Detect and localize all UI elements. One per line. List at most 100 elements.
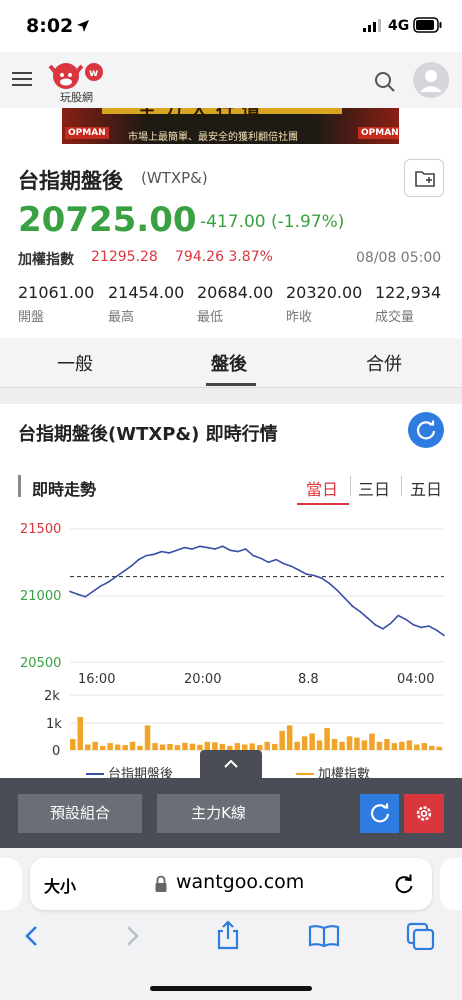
volume-bar xyxy=(137,745,143,750)
signal-icon xyxy=(363,19,381,32)
volume-bar xyxy=(272,743,278,750)
price-point xyxy=(351,605,354,607)
volume-bar xyxy=(212,742,218,750)
volume-bar xyxy=(361,740,368,750)
index-value: 21295.28 xyxy=(91,249,158,265)
volume-bar xyxy=(92,741,98,751)
wantgoo-logo[interactable]: w 玩股網 xyxy=(44,60,106,104)
network-type: 4G xyxy=(388,18,410,34)
price-point xyxy=(328,582,331,585)
share-icon[interactable] xyxy=(214,920,242,950)
price-point xyxy=(183,546,186,549)
volume-bar xyxy=(391,743,398,750)
browser-chrome: 大小 wantgoo.com xyxy=(0,848,462,1000)
chart-settings-button[interactable] xyxy=(404,794,444,833)
tab-general[interactable]: 一般 xyxy=(57,350,93,376)
y-tick-label: 21500 xyxy=(20,522,61,537)
gear-icon xyxy=(416,806,432,821)
price-point xyxy=(282,562,285,565)
price-series-line xyxy=(69,545,445,637)
volume-bar xyxy=(324,728,330,750)
main-k-line-button[interactable]: 主力K線 xyxy=(157,794,280,833)
chart-refresh-button[interactable] xyxy=(360,794,399,833)
price-point xyxy=(267,561,270,564)
price-point xyxy=(92,590,94,593)
volume-bar xyxy=(167,743,173,750)
realtime-subtitle: 即時走勢 xyxy=(32,480,97,499)
volume-bar xyxy=(339,741,345,751)
text-size-button[interactable]: 大小 xyxy=(44,873,76,897)
stat-low-value: 20684.00 xyxy=(197,283,274,302)
next-tab-peek[interactable] xyxy=(440,858,462,910)
avatar[interactable] xyxy=(413,62,449,98)
add-watchlist-button[interactable] xyxy=(404,159,444,197)
index-change: 794.26 3.87% xyxy=(175,249,273,265)
volume-bar xyxy=(354,737,360,750)
volume-bar xyxy=(107,743,113,750)
stat-high-label: 最高 xyxy=(108,310,135,325)
menu-icon[interactable] xyxy=(12,71,32,87)
banner-headline: 主力大行情 xyxy=(138,108,268,121)
ad-banner[interactable]: 主力大行情 OPMAN 市場上最簡單、最安全的獲利翻倍社團 OPMAN xyxy=(62,108,399,144)
range-three-day-button[interactable]: 三日 xyxy=(358,476,390,500)
intraday-chart[interactable]: 21500 21000 20500 16:00 20:00 8.8 04:00 … xyxy=(0,512,462,778)
x-tick-label: 04:00 xyxy=(397,672,434,687)
tab-after-hours[interactable]: 盤後 xyxy=(211,350,247,376)
volume-bar xyxy=(122,745,128,751)
x-tick-label: 16:00 xyxy=(78,672,115,687)
toolbar-collapse-handle[interactable] xyxy=(200,750,262,778)
volume-bar xyxy=(429,745,435,750)
price-point xyxy=(313,574,316,577)
price-point xyxy=(427,625,430,627)
volume-bar xyxy=(316,740,323,750)
price-point xyxy=(237,550,239,553)
price-point xyxy=(191,548,193,550)
range-five-day-button[interactable]: 五日 xyxy=(410,476,442,500)
forward-icon[interactable] xyxy=(122,924,142,948)
search-icon[interactable] xyxy=(374,71,396,93)
status-time: 8:02 xyxy=(26,15,74,37)
price-point xyxy=(153,553,155,556)
price-point xyxy=(435,629,438,631)
previous-tab-peek[interactable] xyxy=(0,858,22,910)
volume-bar xyxy=(70,739,76,750)
address-bar[interactable]: 大小 wantgoo.com xyxy=(30,858,432,910)
volume-bar xyxy=(144,725,151,751)
price-point xyxy=(199,545,201,548)
price-point xyxy=(336,589,338,591)
range-today-button[interactable]: 當日 xyxy=(306,476,338,500)
volume-bar xyxy=(421,743,428,750)
location-arrow-icon xyxy=(77,20,89,32)
price-point xyxy=(214,548,216,550)
price-point xyxy=(137,558,140,561)
bookmarks-icon[interactable] xyxy=(308,924,340,948)
reload-icon[interactable] xyxy=(392,872,416,896)
volume-bar xyxy=(399,741,405,751)
price-point xyxy=(69,590,71,593)
url-text: wantgoo.com xyxy=(176,871,305,893)
home-indicator xyxy=(150,986,312,991)
price-point xyxy=(252,554,254,557)
refresh-button[interactable] xyxy=(408,412,444,448)
price-point xyxy=(389,622,392,625)
legend-label-index: 加權指數 xyxy=(318,767,370,778)
index-label: 加權指數 xyxy=(18,252,74,268)
price-point xyxy=(344,597,346,599)
price-point xyxy=(374,624,377,626)
preset-combo-button[interactable]: 預設組合 xyxy=(18,794,142,833)
svg-text:w: w xyxy=(89,68,98,79)
user-icon xyxy=(420,70,442,92)
legend-label-price: 台指期盤後 xyxy=(108,767,173,778)
volume-bar xyxy=(309,733,315,750)
tab-combined[interactable]: 合併 xyxy=(366,350,402,376)
price-point xyxy=(115,576,117,578)
volume-bar xyxy=(182,742,188,750)
volume-bar xyxy=(376,741,383,751)
price-point xyxy=(168,552,170,554)
volume-bar xyxy=(301,736,308,751)
price-point xyxy=(260,557,262,560)
battery-icon xyxy=(413,17,442,33)
folder-add-icon xyxy=(415,171,435,187)
tabs-icon[interactable] xyxy=(406,922,436,950)
back-icon[interactable] xyxy=(22,924,42,948)
